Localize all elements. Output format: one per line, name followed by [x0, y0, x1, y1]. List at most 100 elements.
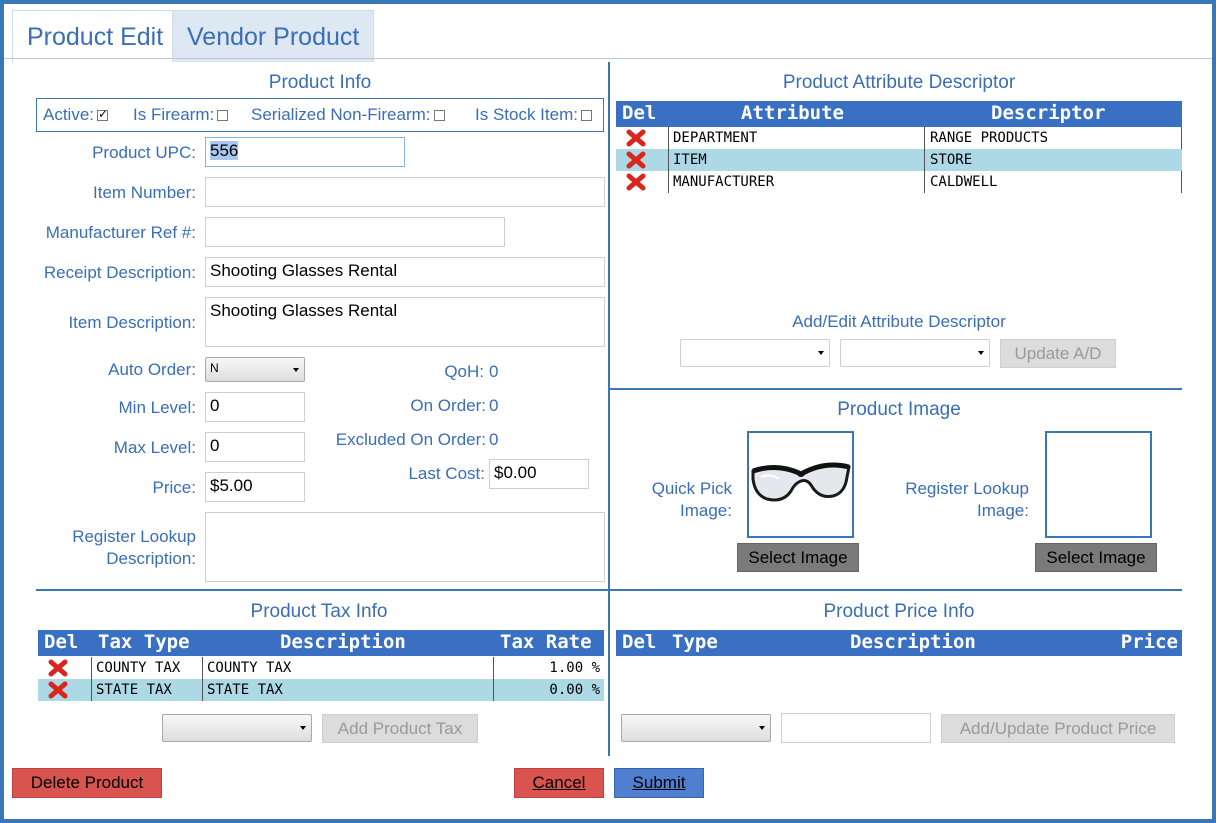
- auto-order-select[interactable]: N: [205, 357, 305, 382]
- upc-input[interactable]: 556: [205, 137, 405, 167]
- attr-header-descriptor: Descriptor: [991, 102, 1106, 124]
- chevron-down-icon: [300, 726, 306, 730]
- attr-cell-attribute: ITEM: [673, 152, 707, 168]
- cell-separator: [924, 171, 925, 193]
- cell-separator: [668, 171, 669, 193]
- auto-order-value: N: [210, 361, 219, 375]
- receipt-desc-label: Receipt Description:: [43, 263, 196, 282]
- stock-checkbox[interactable]: [580, 110, 592, 122]
- serialized-flag: Serialized Non-Firearm:: [251, 105, 445, 125]
- tax-cell-description: COUNTY TAX: [207, 660, 292, 676]
- tab-vendor-product[interactable]: Vendor Product: [172, 10, 375, 62]
- quick-pick-image[interactable]: [747, 431, 854, 538]
- section-divider-bottom: [36, 589, 1182, 591]
- add-product-tax-button[interactable]: Add Product Tax: [322, 714, 478, 743]
- chevron-down-icon: [293, 367, 299, 372]
- tax-header-del: Del: [44, 631, 79, 653]
- price-grid-header: Del Type Description Price: [616, 630, 1182, 656]
- add-update-price-button[interactable]: Add/Update Product Price: [941, 714, 1175, 743]
- register-image-label-2: Image:: [977, 501, 1029, 520]
- attr-cell-descriptor: CALDWELL: [930, 174, 998, 190]
- shooting-glasses-image: [751, 462, 851, 502]
- max-level-input[interactable]: 0: [205, 432, 305, 462]
- delete-x-icon[interactable]: [48, 659, 68, 677]
- firearm-label: Is Firearm:: [133, 105, 215, 124]
- qoh-label: QoH:: [444, 362, 484, 381]
- price-amount-input[interactable]: [781, 713, 931, 743]
- mfr-ref-input[interactable]: [205, 217, 505, 247]
- firearm-checkbox[interactable]: [217, 110, 229, 122]
- select-quick-pick-image-button[interactable]: Select Image: [737, 543, 859, 572]
- tax-cell-rate: 1.00 %: [549, 660, 600, 676]
- flags-box: Active: Is Firearm: Serialized Non-Firea…: [36, 98, 604, 132]
- descriptor-select[interactable]: [840, 339, 990, 367]
- tab-product-edit[interactable]: Product Edit: [12, 10, 179, 62]
- price-input[interactable]: $5.00: [205, 472, 305, 502]
- excluded-label: Excluded On Order:: [335, 430, 486, 449]
- tax-grid-header: Del Tax Type Description Tax Rate: [38, 630, 604, 656]
- attr-cell-descriptor: RANGE PRODUCTS: [930, 130, 1049, 146]
- register-lookup-label-2: Description:: [106, 549, 196, 568]
- auto-order-label: Auto Order:: [108, 360, 196, 379]
- select-register-image-button[interactable]: Select Image: [1035, 543, 1157, 572]
- tax-header-rate: Tax Rate: [500, 631, 592, 653]
- chevron-down-icon: [978, 351, 984, 355]
- active-checkbox[interactable]: [97, 107, 108, 122]
- min-level-input[interactable]: 0: [205, 392, 305, 422]
- cell-separator: [668, 127, 669, 149]
- cell-separator: [91, 679, 92, 701]
- table-row: ITEM STORE: [616, 149, 1182, 171]
- register-image-label-1: Register Lookup: [905, 479, 1029, 498]
- active-flag: Active:: [43, 105, 108, 125]
- price-type-select[interactable]: [621, 714, 771, 742]
- section-divider-right: [610, 388, 1182, 390]
- chevron-down-icon: [759, 726, 765, 730]
- cell-separator: [924, 149, 925, 171]
- submit-button[interactable]: Submit: [614, 768, 704, 798]
- table-row: COUNTY TAX COUNTY TAX 1.00 %: [38, 657, 604, 679]
- on-order-value: 0: [489, 396, 499, 415]
- tax-cell-description: STATE TAX: [207, 682, 283, 698]
- last-cost-label: Last Cost:: [408, 464, 485, 483]
- register-lookup-textarea[interactable]: [205, 512, 605, 582]
- attributes-grid-header: Del Attribute Descriptor: [616, 101, 1182, 127]
- column-divider: [608, 62, 610, 756]
- cell-separator: [202, 679, 203, 701]
- delete-x-icon[interactable]: [626, 173, 646, 191]
- attr-cell-descriptor: STORE: [930, 152, 973, 168]
- delete-x-icon[interactable]: [48, 681, 68, 699]
- attributes-title: Product Attribute Descriptor: [782, 72, 1016, 93]
- upc-label: Product UPC:: [92, 143, 196, 162]
- item-number-label: Item Number:: [93, 183, 196, 202]
- tax-type-select[interactable]: [162, 714, 312, 742]
- min-level-label: Min Level:: [118, 398, 196, 417]
- serialized-label: Serialized Non-Firearm:: [251, 105, 431, 124]
- delete-x-icon[interactable]: [626, 151, 646, 169]
- on-order-label: On Order:: [410, 396, 486, 415]
- cancel-button[interactable]: Cancel: [514, 768, 604, 798]
- product-image-title: Product Image: [837, 399, 961, 420]
- attr-cell-attribute: MANUFACTURER: [673, 174, 775, 190]
- tax-cell-rate: 0.00 %: [549, 682, 600, 698]
- attribute-select[interactable]: [680, 339, 830, 367]
- cell-separator: [1181, 127, 1182, 149]
- delete-product-button[interactable]: Delete Product: [12, 768, 162, 798]
- cell-separator: [924, 127, 925, 149]
- last-cost-input[interactable]: $0.00: [489, 459, 589, 489]
- item-desc-label: Item Description:: [68, 313, 196, 332]
- quick-pick-label-2: Image:: [680, 501, 732, 520]
- stock-label: Is Stock Item:: [475, 105, 578, 124]
- qoh-value: 0: [489, 362, 499, 381]
- price-title: Product Price Info: [823, 601, 975, 622]
- update-ad-button[interactable]: Update A/D: [1000, 339, 1116, 368]
- table-row: MANUFACTURER CALDWELL: [616, 171, 1182, 193]
- serialized-checkbox[interactable]: [433, 110, 445, 122]
- price-header-del: Del: [622, 631, 657, 653]
- attr-header-attribute: Attribute: [741, 102, 844, 124]
- register-lookup-image[interactable]: [1045, 431, 1152, 538]
- receipt-desc-input[interactable]: Shooting Glasses Rental: [205, 257, 605, 287]
- item-number-input[interactable]: [205, 177, 605, 207]
- delete-x-icon[interactable]: [626, 129, 646, 147]
- item-desc-textarea[interactable]: Shooting Glasses Rental: [205, 297, 605, 347]
- price-header-type: Type: [672, 631, 718, 653]
